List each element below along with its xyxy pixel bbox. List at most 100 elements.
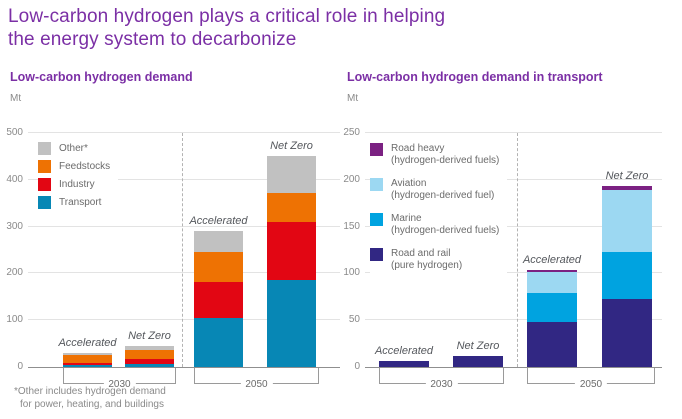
right-chart-title: Low-carbon hydrogen demand in transport [347,70,603,84]
legend-item: Transport [38,196,110,209]
legend-label: Road and rail(pure hydrogen) [391,248,462,271]
gridline [365,132,662,133]
legend-label-line1: Road and rail [391,248,462,260]
y-axis-tick-label: 200 [0,267,23,278]
gridline [28,132,340,133]
chart-legend: Road heavy(hydrogen-derived fuels)Aviati… [370,142,507,285]
legend-label: Road heavy(hydrogen-derived fuels) [391,143,499,166]
legend-label-line2: (hydrogen-derived fuels) [391,225,499,237]
bar-scenario-label: Net Zero [232,140,352,152]
slide: Low-carbon hydrogen plays a critical rol… [0,0,682,419]
bar-segment-marine-hydrogen-derived-fuels [602,252,652,299]
bar-segment-transport [267,280,316,367]
bar-segment-feedstocks [63,355,112,362]
bar-scenario-label: Net Zero [567,170,682,182]
x-axis-group-bracket: 2050 [527,368,655,384]
legend-label: Industry [59,179,95,191]
left-chart-plot: 0100200300400500AcceleratedNet ZeroAccel… [28,133,340,368]
y-axis-tick-label: 100 [0,314,23,325]
chart-legend: Other* Feedstocks Industry Transport [38,141,118,216]
y-axis-tick-label: 50 [334,314,360,325]
legend-label: Transport [59,197,101,209]
bar-segment-transport [63,365,112,367]
y-axis-tick-label: 250 [334,127,360,138]
legend-label: Other* [59,143,88,155]
bar-segment-marine-hydrogen-derived-fuels [527,293,577,322]
legend-label-line2: (hydrogen-derived fuels) [391,155,499,167]
bar-segment-road-and-rail-pure-hydrogen [602,299,652,367]
bar-segment-industry [194,282,243,318]
y-axis-tick-label: 100 [334,267,360,278]
bar-segment-road-and-rail-pure-hydrogen [453,356,503,367]
page-title: Low-carbon hydrogen plays a critical rol… [8,5,445,51]
bar-segment-industry [63,363,112,365]
legend-swatch [38,160,51,173]
legend-swatch [38,196,51,209]
bar-segment-industry [125,359,174,364]
bar-segment-road-and-rail-pure-hydrogen [527,322,577,367]
bar-segment-road-heavy-hydrogen-derived-fuels [527,270,577,273]
legend-swatch [370,248,383,261]
x-axis-group-bracket: 2050 [194,368,319,384]
bar-segment-feedstocks [125,350,174,359]
legend-swatch [370,213,383,226]
legend-swatch [38,178,51,191]
bar-segment-industry [267,222,316,281]
bar-segment-other [125,346,174,350]
legend-swatch [370,143,383,156]
bar-scenario-label: Net Zero [418,340,538,352]
legend-item: Marine(hydrogen-derived fuels) [370,213,499,236]
legend-label: Marine(hydrogen-derived fuels) [391,213,499,236]
y-axis-tick-label: 200 [334,174,360,185]
bar-segment-transport [125,364,174,367]
legend-label-line1: Marine [391,213,499,225]
legend-item: Road and rail(pure hydrogen) [370,248,499,271]
y-axis-tick-label: 0 [334,361,360,372]
bar-scenario-label: Net Zero [90,330,210,342]
legend-item: Other* [38,142,110,155]
bar-segment-road-heavy-hydrogen-derived-fuels [602,186,652,190]
legend-item: Feedstocks [38,160,110,173]
y-axis-tick-label: 500 [0,127,23,138]
y-axis-tick-label: 150 [334,221,360,232]
legend-label-line2: (hydrogen-derived fuel) [391,190,494,202]
y-axis-tick-label: 0 [0,361,23,372]
footnote-line1: *Other includes hydrogen demand [14,385,166,398]
left-chart-unit-label: Mt [10,93,21,104]
y-axis-tick-label: 300 [0,221,23,232]
bar-segment-other [63,353,112,355]
x-axis-group-label: 2050 [575,379,607,390]
bar-scenario-label: Accelerated [492,254,612,266]
page-title-line2: the energy system to decarbonize [8,28,445,51]
y-axis-tick-label: 400 [0,174,23,185]
right-chart-unit-label: Mt [347,93,358,104]
legend-label: Aviation(hydrogen-derived fuel) [391,178,494,201]
bar-segment-other [267,156,316,193]
legend-swatch [38,142,51,155]
legend-label-line1: Aviation [391,178,494,190]
legend-swatch [370,178,383,191]
bar-segment-road-and-rail-pure-hydrogen [379,361,429,367]
group-divider-dashed-line [517,133,518,367]
bar-segment-transport [194,318,243,367]
x-axis-group-bracket: 2030 [379,368,504,384]
x-axis-group-bracket: 2030 [63,368,176,384]
legend-item: Aviation(hydrogen-derived fuel) [370,178,499,201]
legend-label: Feedstocks [59,161,110,173]
legend-label-line1: Road heavy [391,143,499,155]
footnote-line2: for power, heating, and buildings [14,398,166,411]
footnote: *Other includes hydrogen demand for powe… [14,385,166,411]
bar-segment-feedstocks [267,193,316,222]
bar-segment-feedstocks [194,252,243,282]
bar-segment-aviation-hydrogen-derived-fuel [527,272,577,293]
x-axis-group-label: 2050 [240,379,272,390]
legend-item: Road heavy(hydrogen-derived fuels) [370,143,499,166]
bar-scenario-label: Accelerated [159,215,279,227]
bar-segment-aviation-hydrogen-derived-fuel [602,190,652,252]
legend-label-line2: (pure hydrogen) [391,260,462,272]
bar-segment-other [194,231,243,252]
x-axis-group-label: 2030 [425,379,457,390]
right-chart-plot: 050100150200250AcceleratedNet ZeroAccele… [365,133,662,368]
left-chart-title: Low-carbon hydrogen demand [10,70,193,84]
legend-item: Industry [38,178,110,191]
